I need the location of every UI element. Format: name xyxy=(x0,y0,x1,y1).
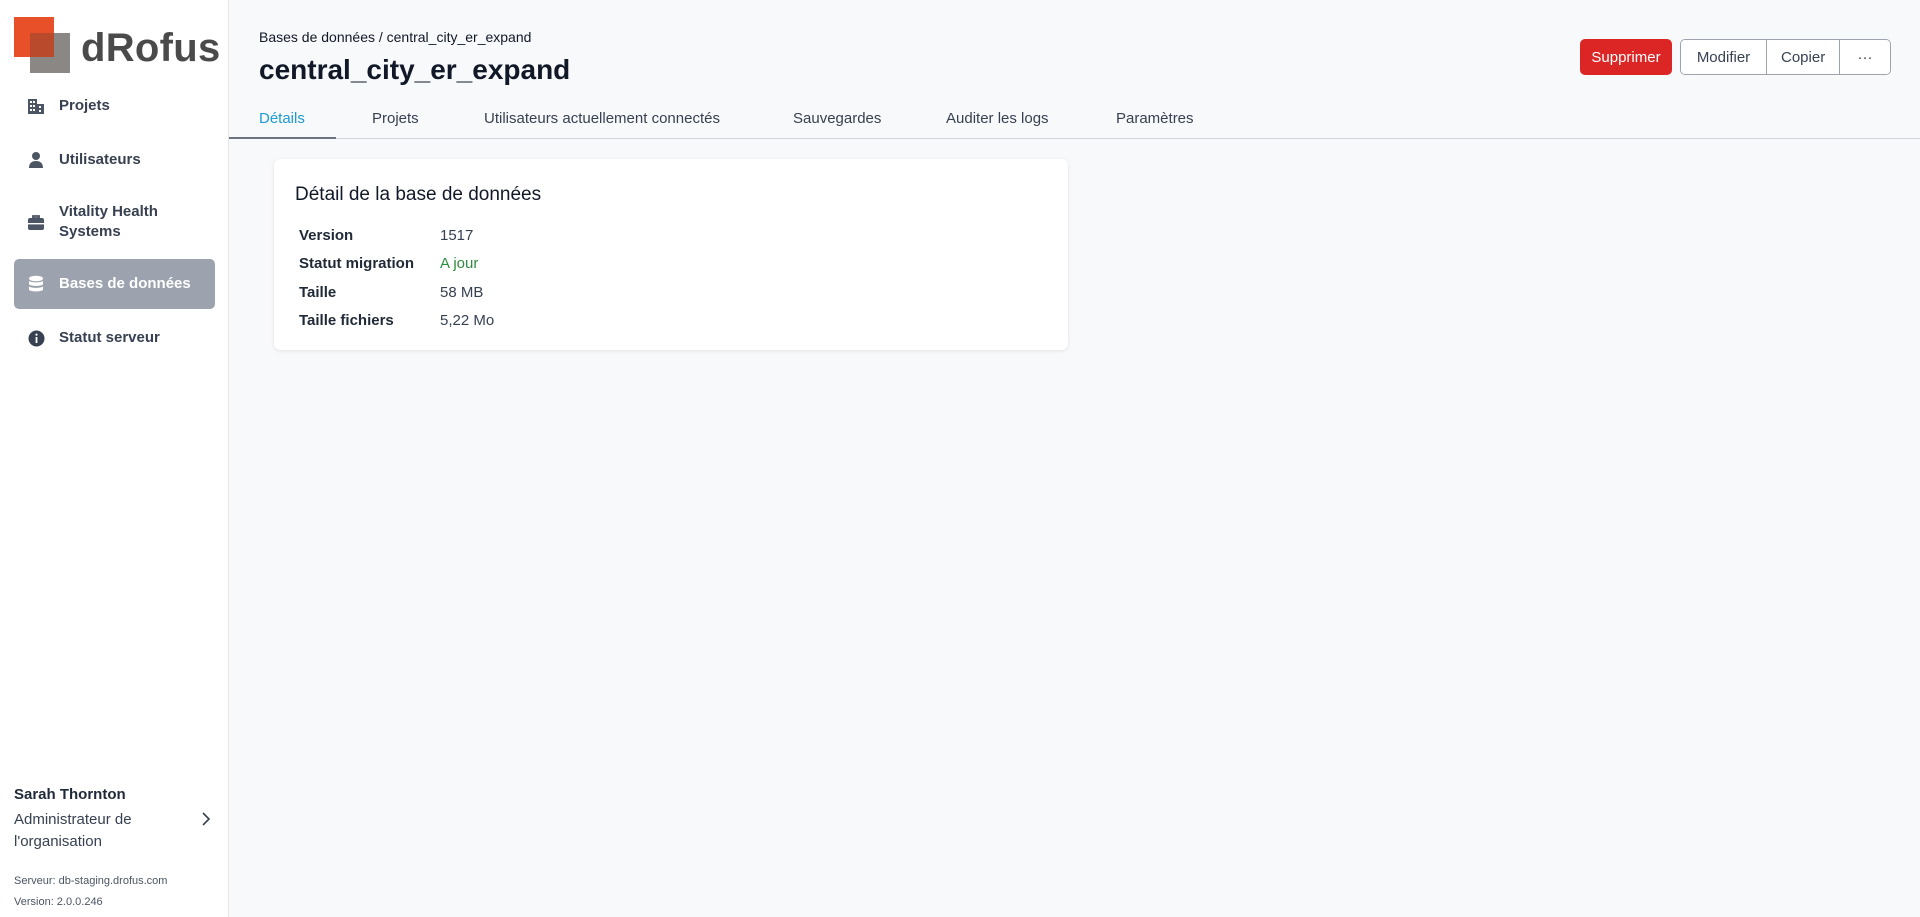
copy-button[interactable]: Copier xyxy=(1767,40,1840,74)
sidebar-item-label: Statut serveur xyxy=(59,329,160,346)
detail-key: Taille xyxy=(299,283,337,301)
app-version: Version: 2.0.0.246 xyxy=(14,896,103,908)
info-icon xyxy=(26,330,46,347)
detail-row-size: Taille 58 MB xyxy=(299,278,494,307)
action-button-group: Modifier Copier ··· xyxy=(1680,39,1891,75)
chevron-right-icon[interactable] xyxy=(201,811,211,832)
building-icon xyxy=(26,97,46,115)
card-title: Détail de la base de données xyxy=(295,184,542,205)
sidebar-item-utilisateurs[interactable]: Utilisateurs xyxy=(14,135,215,185)
server-name: Serveur: db-staging.drofus.com xyxy=(14,875,168,887)
tab-parametres[interactable]: Paramètres xyxy=(1116,97,1194,139)
detail-value: 5,22 Mo xyxy=(440,312,495,330)
sidebar-item-projets[interactable]: Projets xyxy=(14,81,215,131)
user-menu[interactable]: Sarah Thornton Administrateur de l'organ… xyxy=(14,786,215,913)
action-buttons: Supprimer Modifier Copier ··· xyxy=(1580,39,1891,75)
sidebar-nav: Projets Utilisateurs Vitality Health Sys… xyxy=(14,81,215,367)
tab-utilisateurs-connectes[interactable]: Utilisateurs actuellement connectés xyxy=(484,97,720,139)
detail-key: Statut migration xyxy=(299,255,414,273)
server-info: Serveur: db-staging.drofus.com Version: … xyxy=(14,871,215,913)
briefcase-icon xyxy=(26,214,46,231)
sidebar-item-label: Bases de données xyxy=(59,275,191,292)
user-role: Administrateur de l'organisation xyxy=(14,811,132,850)
detail-row-version: Version 1517 xyxy=(299,221,494,250)
detail-value: 1517 xyxy=(440,226,474,244)
detail-key: Taille fichiers xyxy=(299,312,394,330)
user-icon xyxy=(26,151,46,169)
delete-button[interactable]: Supprimer xyxy=(1580,39,1672,75)
sidebar-item-label: Vitality Health Systems xyxy=(59,203,158,240)
detail-row-file-size: Taille fichiers 5,22 Mo xyxy=(299,307,494,336)
active-tab-indicator xyxy=(229,137,336,139)
tab-auditer-les-logs[interactable]: Auditer les logs xyxy=(946,97,1049,139)
page-title: central_city_er_expand xyxy=(259,54,571,85)
tab-bar: Détails Projets Utilisateurs actuellemen… xyxy=(229,97,1920,139)
detail-key: Version xyxy=(299,226,354,244)
logo-text: dRofus xyxy=(81,25,221,70)
tab-projets[interactable]: Projets xyxy=(372,97,419,139)
breadcrumb[interactable]: Bases de données / central_city_er_expan… xyxy=(259,29,531,45)
detail-table: Version 1517 Statut migration A jour Tai… xyxy=(299,221,494,335)
user-name: Sarah Thornton xyxy=(14,786,126,803)
detail-value: 58 MB xyxy=(440,283,484,301)
sidebar-item-statut-serveur[interactable]: Statut serveur xyxy=(14,313,215,363)
sidebar-item-label: Utilisateurs xyxy=(59,151,141,168)
sidebar-item-bases-de-donnees[interactable]: Bases de données xyxy=(14,259,215,309)
tab-sauvegardes[interactable]: Sauvegardes xyxy=(793,97,881,139)
tab-details[interactable]: Détails xyxy=(259,97,305,139)
sidebar-item-organization[interactable]: Vitality Health Systems xyxy=(14,189,215,255)
modify-button[interactable]: Modifier xyxy=(1681,40,1767,74)
migration-status-value: A jour xyxy=(440,255,479,273)
database-detail-card: Détail de la base de données Version 151… xyxy=(274,159,1068,350)
sidebar: dRofus Projets Utilisateurs Vitality Hea… xyxy=(0,0,229,917)
sidebar-item-label: Projets xyxy=(59,97,110,114)
logo-mark-icon xyxy=(14,17,70,73)
drofus-logo[interactable]: dRofus xyxy=(14,17,221,73)
more-options-button[interactable]: ··· xyxy=(1840,40,1890,74)
detail-row-migration-status: Statut migration A jour xyxy=(299,250,494,279)
database-icon xyxy=(26,275,46,293)
